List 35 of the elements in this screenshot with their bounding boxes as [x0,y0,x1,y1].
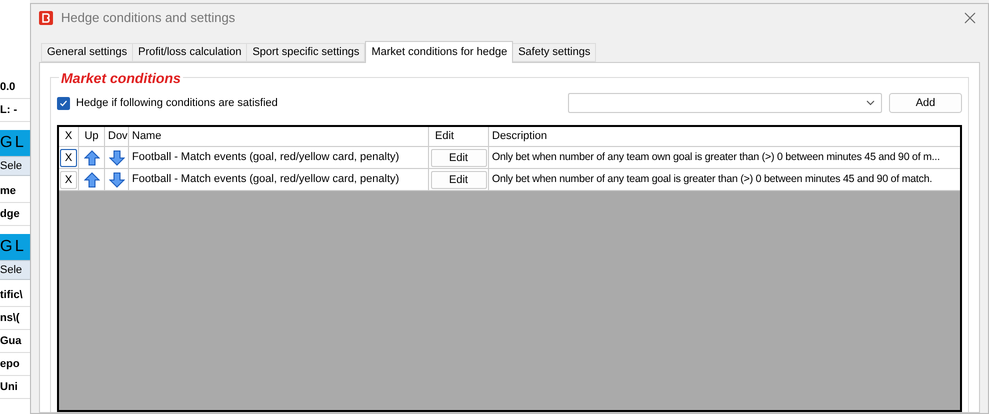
table-cell-text: Only bet when number of any team goal is greater than (>) 0 between minutes 45 and 90 of match. [491,172,934,187]
tab[interactable]: General settings [41,43,134,62]
tab[interactable]: Market conditions for hedge [365,41,514,63]
close-icon[interactable] [964,12,976,24]
checkmark-icon [59,98,68,108]
side-button[interactable]: Sele [0,156,30,176]
table-cell: Football - Match events (goal, red/yellow card, penalty) [129,147,429,168]
up-arrow-icon[interactable] [84,172,100,188]
app-logo-icon [39,11,53,25]
up-arrow-icon[interactable] [84,150,100,166]
side-button[interactable]: Sele [0,260,30,280]
column-header: Name [129,127,429,146]
column-header: Up [79,127,105,146]
chevron-down-icon [866,100,875,106]
banner: G L [0,234,30,260]
edit-button[interactable]: Edit [430,148,486,166]
down-arrow-icon[interactable] [108,172,124,188]
checkbox[interactable] [57,96,70,110]
tab[interactable]: Profit/loss calculation [133,43,248,62]
down-arrow-icon[interactable] [108,150,124,166]
tab[interactable]: Safety settings [513,43,596,62]
banner: G L [0,130,30,156]
table-cell-text: Only bet when number of any team own goal is greater than (>) 0 between minutes 45 and 90 of m... [491,150,941,165]
window-title: Hedge conditions and settings [61,9,236,28]
column-header: Dov [105,127,129,146]
checkbox-label: Hedge if following conditions are satisfied [76,96,278,111]
edit-button[interactable]: Edit [430,170,486,188]
column-header: Description [491,129,548,144]
remove-button[interactable]: X [60,148,77,166]
tab[interactable]: Sport specific settings [247,43,366,62]
column-header: X [59,127,79,146]
add-button[interactable]: Add [889,93,962,113]
table-cell: Football - Match events (goal, red/yellow card, penalty) [129,169,429,190]
column-header: Edit [429,127,489,146]
remove-button[interactable]: X [60,170,77,188]
